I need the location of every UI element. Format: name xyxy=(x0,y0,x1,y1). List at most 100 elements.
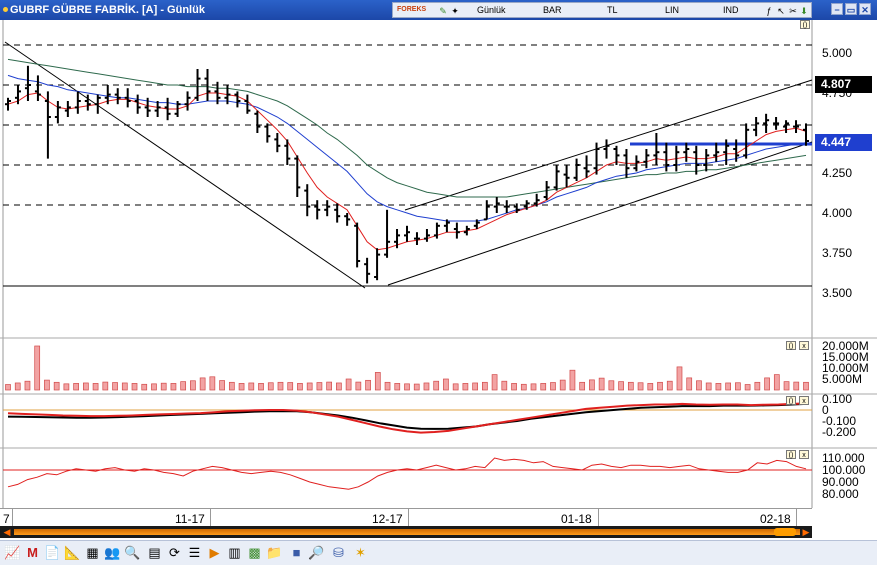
price-tick-label: 4.250 xyxy=(822,166,852,180)
document-icon[interactable]: 📄 xyxy=(44,544,61,561)
currency-dropdown[interactable]: TL xyxy=(607,5,618,15)
current-price-badge: 4.447 xyxy=(815,134,872,151)
volume-bar xyxy=(238,383,245,391)
refresh-icon[interactable]: ⟳ xyxy=(166,544,183,561)
line-chart-icon[interactable]: 📈 xyxy=(4,544,21,561)
mode-dropdown[interactable]: IND xyxy=(723,5,739,15)
volume-bar xyxy=(277,381,284,391)
volume-bar xyxy=(482,381,488,391)
volume-bar xyxy=(589,379,595,391)
scroll-thumb[interactable] xyxy=(774,528,796,536)
scroll-track[interactable] xyxy=(14,529,800,535)
grid-chart-icon[interactable]: ▩ xyxy=(246,544,263,561)
volume-bar xyxy=(170,383,177,391)
volume-bar xyxy=(705,382,712,391)
volume-bar xyxy=(676,366,683,391)
volume-bar xyxy=(112,382,118,391)
close-button[interactable]: ✕ xyxy=(859,3,871,15)
volume-bar xyxy=(326,381,332,391)
diamond-icon[interactable]: ✦ xyxy=(449,5,461,17)
volume-bar xyxy=(443,378,449,391)
volume-bar xyxy=(73,383,79,391)
bars-icon[interactable]: ▥ xyxy=(226,544,243,561)
volume-bar xyxy=(579,381,586,391)
x-label: 7 xyxy=(3,512,10,526)
x-axis: 7 11-17 12-17 01-18 02-18 xyxy=(0,508,812,527)
volume-bar xyxy=(686,377,693,391)
scale-dropdown[interactable]: LIN xyxy=(665,5,679,15)
macd-panel-settings-icon[interactable]: () xyxy=(786,396,796,405)
volume-bar xyxy=(413,383,420,391)
volume-bar xyxy=(121,382,128,391)
scroll-right-icon[interactable]: ▶ xyxy=(801,526,811,538)
list-icon[interactable]: ☰ xyxy=(186,544,203,561)
chart-scrollbar[interactable]: ◀ ▶ xyxy=(0,526,812,538)
volume-bar xyxy=(160,382,167,391)
group-icon[interactable]: 👥 xyxy=(104,544,121,561)
chart-canvas[interactable]: 5.0004.2504.0003.7503.5004.75020.000M15.… xyxy=(0,20,877,508)
volume-bar xyxy=(374,372,381,391)
volume-bar xyxy=(53,381,60,391)
volume-bar xyxy=(14,382,21,391)
volume-bar xyxy=(569,369,576,391)
scroll-left-icon[interactable]: ◀ xyxy=(2,526,12,538)
formula-icon[interactable]: ƒ xyxy=(763,5,775,17)
volume-bar xyxy=(618,381,624,391)
momentum-panel-settings-icon[interactable]: () xyxy=(786,450,796,459)
volume-bar xyxy=(598,377,605,391)
x-label: 12-17 xyxy=(372,512,403,526)
volume-bar xyxy=(540,383,547,391)
price-panel-settings-icon[interactable]: () xyxy=(800,20,810,29)
volume-bar xyxy=(131,383,138,391)
m-icon[interactable]: M xyxy=(24,544,41,561)
volume-bar xyxy=(336,382,342,391)
volume-bar xyxy=(199,377,206,391)
volume-bar xyxy=(608,380,615,391)
volume-bar xyxy=(793,381,800,391)
volume-bar xyxy=(501,380,508,391)
window-titlebar: GUBRF GÜBRE FABRİK. [A] - Günlük FOREKS … xyxy=(0,0,877,20)
volume-bar xyxy=(5,384,11,391)
volume-bar xyxy=(248,382,255,391)
minimize-button[interactable]: − xyxy=(831,3,843,15)
volume-bar xyxy=(141,383,148,391)
cursor-icon[interactable]: ↖ xyxy=(775,5,787,17)
momentum-tick-label: 80.000 xyxy=(822,487,859,501)
period-dropdown[interactable]: Günlük xyxy=(477,5,506,15)
shape-icon[interactable]: ■ xyxy=(288,544,305,561)
volume-panel-close-icon[interactable]: x xyxy=(799,341,809,350)
zoom-icon[interactable]: 🔎 xyxy=(308,544,325,561)
volume-bar xyxy=(657,381,663,391)
download-icon[interactable]: ⬇ xyxy=(798,5,810,17)
volume-bar xyxy=(647,383,654,391)
restore-button[interactable]: ▭ xyxy=(845,3,857,15)
folder-icon[interactable]: 📁 xyxy=(266,544,283,561)
volume-bar xyxy=(209,376,216,391)
table-icon[interactable]: ▦ xyxy=(84,544,101,561)
ruler-icon[interactable]: 📐 xyxy=(64,544,81,561)
calculator-icon[interactable]: ▤ xyxy=(146,544,163,561)
chart-area[interactable]: 5.000 4.250 4.000 3.750 3.500 4.750 20.000M 15.… xyxy=(0,20,877,508)
pencil-icon[interactable]: ✎ xyxy=(437,5,449,17)
search-icon[interactable]: 🔍 xyxy=(124,544,141,561)
sparkle-icon[interactable]: ✶ xyxy=(352,544,369,561)
database-icon[interactable]: ⛁ xyxy=(330,544,347,561)
volume-bar xyxy=(433,380,440,391)
last-price-badge: 4.807 xyxy=(815,76,872,93)
volume-bar xyxy=(803,381,809,391)
chart-type-dropdown[interactable]: BAR xyxy=(543,5,562,15)
volume-bar xyxy=(744,384,751,391)
volume-bar xyxy=(666,380,673,391)
volume-bar xyxy=(550,382,556,391)
bottom-toolbar: 📈 M 📄 📐 ▦ 👥 🔍 ▤ ⟳ ☰ ▶ ▥ ▩ 📁 ■ 🔎 ⛁ ✶ xyxy=(0,540,877,565)
play-icon[interactable]: ▶ xyxy=(206,544,223,561)
volume-bar xyxy=(306,382,313,391)
macd-panel-close-icon[interactable]: x xyxy=(799,396,809,405)
volume-bar xyxy=(83,382,89,391)
momentum-panel-close-icon[interactable]: x xyxy=(799,450,809,459)
volume-bar xyxy=(637,382,644,391)
x-label: 01-18 xyxy=(561,512,592,526)
volume-bar xyxy=(63,383,70,391)
volume-panel-settings-icon[interactable]: () xyxy=(786,341,796,350)
symbol-dot-icon xyxy=(3,7,8,12)
